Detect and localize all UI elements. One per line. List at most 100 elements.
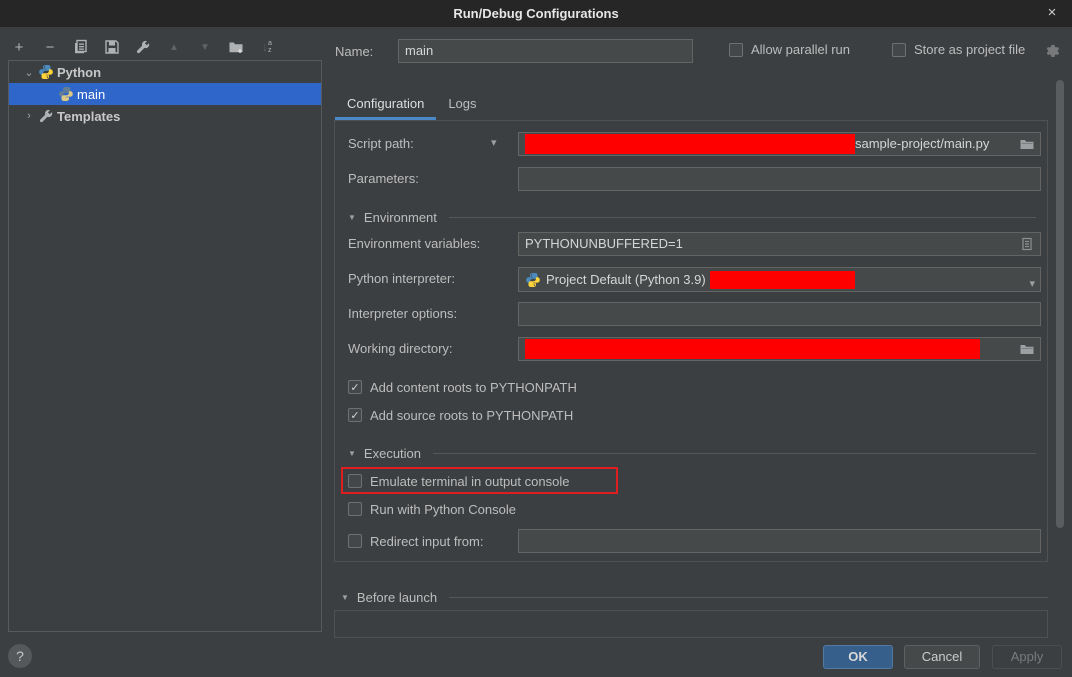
redaction-block xyxy=(525,134,855,154)
parameters-input[interactable] xyxy=(518,167,1041,191)
chevron-down-icon[interactable]: ▾ xyxy=(1029,273,1035,295)
python-icon xyxy=(58,86,74,102)
create-folder-button[interactable] xyxy=(227,38,245,56)
configurations-tree: ⌄ Python main › Templates xyxy=(8,60,322,632)
python-interpreter-value: Project Default (Python 3.9) xyxy=(546,269,706,291)
name-label: Name: xyxy=(335,44,373,59)
gear-icon[interactable] xyxy=(1044,43,1060,59)
folder-icon xyxy=(1019,341,1035,357)
environment-variables-label: Environment variables: xyxy=(348,232,480,256)
environment-section-header: ▼ Environment xyxy=(348,208,1036,226)
run-with-python-console-option: Run with Python Console xyxy=(348,499,516,519)
redaction-block xyxy=(525,339,980,359)
tree-item-python[interactable]: ⌄ Python xyxy=(9,61,321,83)
chevron-right-icon[interactable]: › xyxy=(23,110,35,122)
move-down-button[interactable]: ▼ xyxy=(196,38,214,56)
run-with-python-console-checkbox[interactable] xyxy=(348,502,362,516)
name-input[interactable]: main xyxy=(398,39,693,63)
copy-icon xyxy=(73,39,89,55)
environment-variables-value: PYTHONUNBUFFERED=1 xyxy=(525,236,683,251)
copy-configuration-button[interactable] xyxy=(72,38,90,56)
collapse-triangle-icon[interactable]: ▼ xyxy=(348,449,356,458)
collapse-triangle-icon[interactable]: ▼ xyxy=(341,593,349,602)
execution-section-label: Execution xyxy=(364,446,421,461)
browse-button[interactable] xyxy=(1019,136,1035,152)
environment-section-label: Environment xyxy=(364,210,437,225)
move-up-button[interactable]: ▲ xyxy=(165,38,183,56)
folder-icon xyxy=(1019,136,1035,152)
plus-icon: + xyxy=(15,39,24,56)
interpreter-options-input[interactable] xyxy=(518,302,1041,326)
add-content-roots-option: ✓ Add content roots to PYTHONPATH xyxy=(348,377,577,397)
new-folder-icon xyxy=(228,39,244,55)
environment-variables-input[interactable]: PYTHONUNBUFFERED=1 xyxy=(518,232,1041,256)
python-icon xyxy=(38,64,54,80)
tab-logs[interactable]: Logs xyxy=(436,90,488,120)
redaction-block xyxy=(710,271,855,289)
remove-configuration-button[interactable]: − xyxy=(41,38,59,56)
move-down-icon: ▼ xyxy=(200,42,210,53)
wrench-icon xyxy=(135,39,151,55)
script-path-label: Script path: xyxy=(348,132,414,156)
browse-button[interactable] xyxy=(1019,341,1035,357)
tree-item-main[interactable]: main xyxy=(9,83,321,105)
sort-alpha-icon: ↓ az xyxy=(262,40,272,54)
ok-button[interactable]: OK xyxy=(823,645,893,669)
cancel-button[interactable]: Cancel xyxy=(904,645,980,669)
redirect-input-input[interactable] xyxy=(518,529,1041,553)
store-as-project-file-label: Store as project file xyxy=(914,42,1025,57)
titlebar: Run/Debug Configurations × xyxy=(0,0,1072,27)
add-source-roots-checkbox[interactable]: ✓ xyxy=(348,408,362,422)
add-content-roots-label: Add content roots to PYTHONPATH xyxy=(370,380,577,395)
run-with-python-console-label: Run with Python Console xyxy=(370,502,516,517)
before-launch-section-header: ▼ Before launch xyxy=(341,588,1048,606)
script-path-value: sample-project/main.py xyxy=(855,133,989,155)
move-up-icon: ▲ xyxy=(169,42,179,53)
tab-bar: Configuration Logs xyxy=(335,90,489,120)
emulate-terminal-option: Emulate terminal in output console xyxy=(348,471,569,491)
section-divider xyxy=(449,597,1048,598)
redirect-input-checkbox[interactable] xyxy=(348,534,362,548)
configurations-toolbar: + − ▲ ▼ ↓ az xyxy=(10,36,276,58)
close-icon[interactable]: × xyxy=(1040,0,1064,27)
edit-templates-button[interactable] xyxy=(134,38,152,56)
python-interpreter-label: Python interpreter: xyxy=(348,267,455,291)
list-icon xyxy=(1019,236,1035,252)
allow-parallel-run-label: Allow parallel run xyxy=(751,42,850,57)
tree-item-label: Templates xyxy=(57,109,120,124)
minus-icon: − xyxy=(46,39,55,56)
script-path-input[interactable]: sample-project/main.py xyxy=(518,132,1041,156)
python-icon xyxy=(525,272,541,288)
add-source-roots-option: ✓ Add source roots to PYTHONPATH xyxy=(348,405,573,425)
help-button[interactable]: ? xyxy=(8,644,32,668)
section-divider xyxy=(449,217,1036,218)
section-divider xyxy=(433,453,1036,454)
script-path-dropdown-icon[interactable]: ▾ xyxy=(491,136,497,149)
dialog-title: Run/Debug Configurations xyxy=(0,0,1072,27)
interpreter-options-label: Interpreter options: xyxy=(348,302,457,326)
allow-parallel-run-option: Allow parallel run xyxy=(729,42,850,57)
store-as-project-file-checkbox[interactable] xyxy=(892,43,906,57)
emulate-terminal-label: Emulate terminal in output console xyxy=(370,474,569,489)
vertical-scrollbar[interactable] xyxy=(1056,80,1064,528)
emulate-terminal-checkbox[interactable] xyxy=(348,474,362,488)
tree-item-label: Python xyxy=(57,65,101,80)
apply-button[interactable]: Apply xyxy=(992,645,1062,669)
working-directory-input[interactable] xyxy=(518,337,1041,361)
tree-item-templates[interactable]: › Templates xyxy=(9,105,321,127)
chevron-down-icon[interactable]: ⌄ xyxy=(23,66,35,79)
save-icon xyxy=(104,39,120,55)
redirect-input-label: Redirect input from: xyxy=(370,534,483,549)
python-interpreter-combobox[interactable]: Project Default (Python 3.9) ▾ xyxy=(518,267,1041,292)
save-configuration-button[interactable] xyxy=(103,38,121,56)
add-configuration-button[interactable]: + xyxy=(10,38,28,56)
sort-configurations-button[interactable]: ↓ az xyxy=(258,38,276,56)
before-launch-task-list[interactable] xyxy=(334,610,1048,638)
collapse-triangle-icon[interactable]: ▼ xyxy=(348,213,356,222)
edit-variables-button[interactable] xyxy=(1019,236,1035,252)
add-content-roots-checkbox[interactable]: ✓ xyxy=(348,380,362,394)
tab-configuration[interactable]: Configuration xyxy=(335,90,436,120)
configuration-form-panel: Script path: ▾ sample-project/main.py Pa… xyxy=(334,120,1048,562)
allow-parallel-run-checkbox[interactable] xyxy=(729,43,743,57)
add-source-roots-label: Add source roots to PYTHONPATH xyxy=(370,408,573,423)
